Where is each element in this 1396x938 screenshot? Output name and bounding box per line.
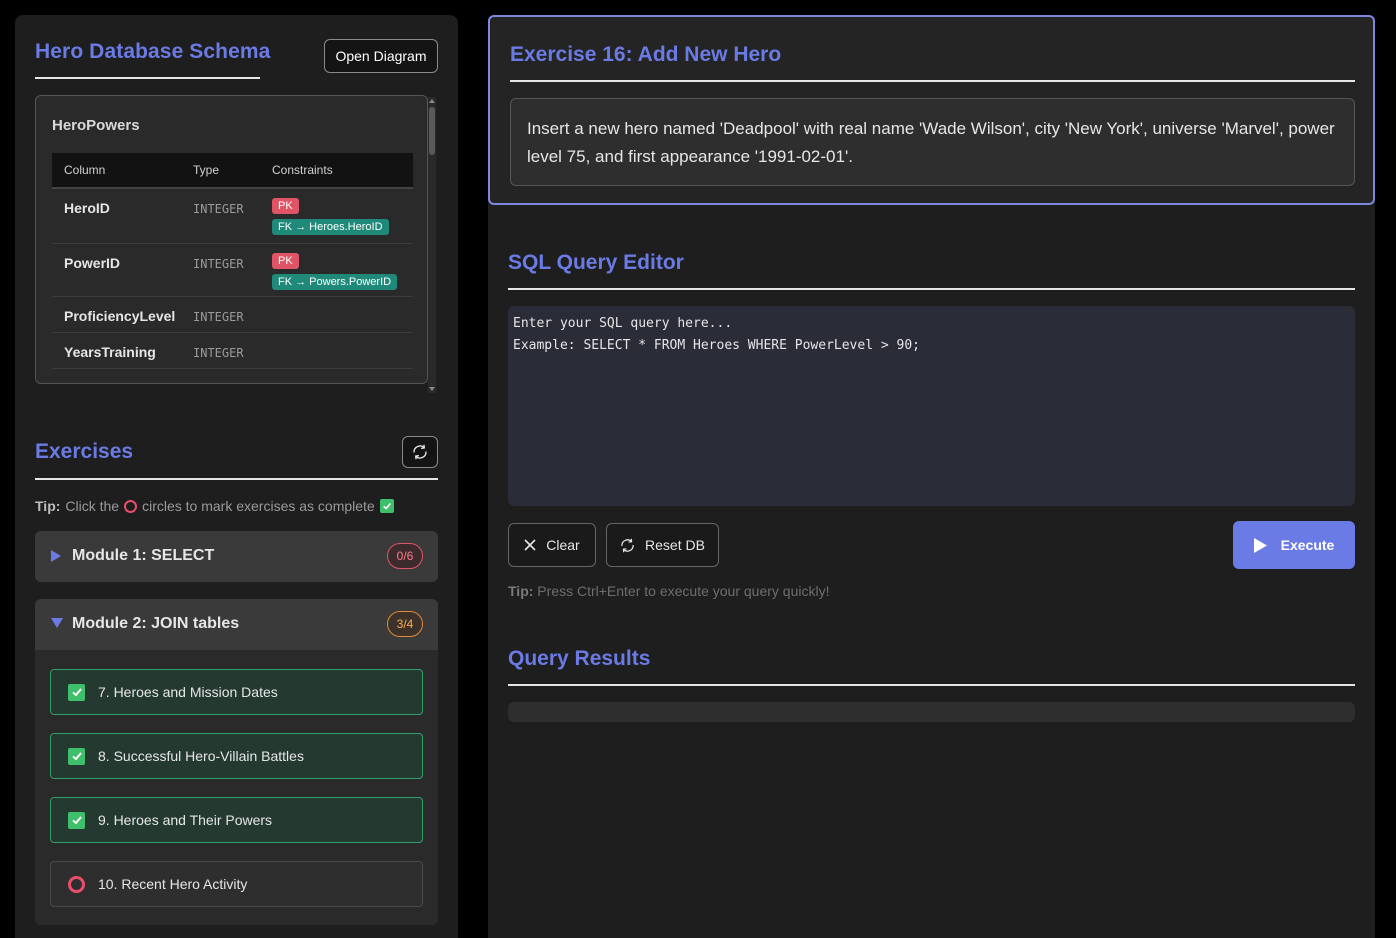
exercises-underline — [35, 478, 438, 480]
module-label: Module 1: SELECT — [72, 547, 215, 564]
checked-checkbox-icon[interactable] — [68, 683, 85, 701]
exercise-item[interactable]: 8. Successful Hero-Villain Battles — [50, 733, 423, 779]
exercise-card: Exercise 16: Add New Hero Insert a new h… — [488, 15, 1375, 205]
exercise-label: 9. Heroes and Their Powers — [98, 812, 273, 828]
sql-editor-underline — [508, 288, 1355, 290]
schema-sidebar: Hero Database Schema Open Diagram HeroPo… — [15, 15, 458, 938]
schema-title: Hero Database Schema — [35, 40, 271, 63]
table-row: ProficiencyLevel INTEGER — [52, 296, 413, 333]
column-constraints: PK FK → Heroes.HeroID — [260, 188, 413, 244]
exercise-item[interactable]: 9. Heroes and Their Powers — [50, 797, 423, 843]
clear-button[interactable]: Clear — [508, 523, 596, 567]
header-type: Type — [181, 153, 260, 189]
schema-title-underline — [35, 77, 260, 79]
column-type: INTEGER — [181, 188, 260, 244]
schema-table-header: Column Type Constraints — [52, 153, 413, 189]
header-constraints: Constraints — [260, 153, 413, 189]
scrollbar-thumb[interactable] — [429, 107, 435, 155]
execute-button[interactable]: Execute — [1233, 521, 1355, 569]
module-1[interactable]: Module 1: SELECT 0/6 — [35, 531, 438, 582]
module-header[interactable]: Module 1: SELECT 0/6 — [35, 531, 438, 582]
exercise-item[interactable]: 10. Recent Hero Activity — [50, 861, 423, 907]
column-name: PowerID — [52, 243, 181, 297]
editor-tip-text: Press Ctrl+Enter to execute your query q… — [537, 583, 830, 599]
exercise-item[interactable]: 7. Heroes and Mission Dates — [50, 669, 423, 715]
exercise-title-underline — [510, 80, 1355, 82]
column-type: INTEGER — [181, 332, 260, 369]
column-name: YearsTraining — [52, 332, 181, 369]
module-header[interactable]: Module 2: JOIN tables 3/4 — [35, 599, 438, 650]
main-panel: Exercise 16: Add New Hero Insert a new h… — [488, 15, 1375, 938]
execute-label: Execute — [1280, 537, 1335, 553]
module-exercise-list: 7. Heroes and Mission Dates 8. Successfu… — [35, 650, 438, 925]
module-label: Module 2: JOIN tables — [72, 615, 240, 632]
tip-text-pre: Click the — [65, 498, 120, 514]
query-results-title: Query Results — [508, 647, 651, 670]
query-results-box — [508, 702, 1355, 722]
circle-icon — [124, 499, 138, 513]
table-row: PowerID INTEGER PK FK → Powers.PowerID — [52, 243, 413, 297]
exercises-title: Exercises — [35, 440, 134, 463]
scroll-up-icon[interactable] — [429, 99, 435, 103]
pk-badge: PK — [272, 252, 299, 269]
query-results-underline — [508, 684, 1355, 686]
column-name: ProficiencyLevel — [52, 296, 181, 333]
refresh-button[interactable] — [402, 436, 438, 468]
tip-label: Tip: — [35, 498, 61, 514]
incomplete-circle-icon[interactable] — [68, 875, 85, 893]
reset-db-label: Reset DB — [645, 537, 705, 553]
checked-checkbox-icon[interactable] — [68, 811, 85, 829]
caret-down-icon — [51, 618, 63, 628]
exercise-title: Exercise 16: Add New Hero — [510, 43, 782, 66]
editor-tip: Tip: Press Ctrl+Enter to execute your qu… — [508, 583, 829, 599]
module-2: Module 2: JOIN tables 3/4 7. Heroes and … — [35, 599, 438, 925]
module-progress-badge: 3/4 — [387, 611, 423, 637]
refresh-icon — [621, 538, 634, 552]
exercise-label: 10. Recent Hero Activity — [98, 876, 248, 892]
table-row: HeroID INTEGER PK FK → Heroes.HeroID — [52, 188, 413, 244]
refresh-icon — [413, 444, 427, 460]
column-type: INTEGER — [181, 296, 260, 333]
play-icon — [1253, 537, 1267, 553]
reset-db-button[interactable]: Reset DB — [606, 523, 719, 567]
sql-query-input[interactable] — [508, 306, 1355, 506]
pk-badge: PK — [272, 198, 299, 214]
tip-text-post: circles to mark exercises as complete — [142, 498, 375, 514]
schema-scrollbar[interactable] — [428, 97, 436, 393]
clear-label: Clear — [546, 537, 580, 553]
caret-right-icon — [51, 550, 61, 562]
close-icon — [524, 539, 536, 551]
schema-table-card: HeroPowers Column Type Constraints HeroI… — [35, 95, 428, 384]
column-type: INTEGER — [181, 243, 260, 297]
checked-checkbox-icon[interactable] — [68, 747, 85, 765]
table-row: YearsTraining INTEGER — [52, 332, 413, 369]
exercises-tip: Tip: Click the circles to mark exercises… — [35, 498, 394, 514]
exercise-label: 7. Heroes and Mission Dates — [98, 684, 278, 700]
column-constraints — [260, 296, 413, 333]
table-name: HeroPowers — [52, 117, 140, 134]
schema-table: Column Type Constraints HeroID INTEGER P… — [52, 153, 413, 369]
editor-tip-label: Tip: — [508, 583, 534, 599]
scroll-down-icon[interactable] — [429, 387, 435, 391]
checkmark-icon — [379, 499, 394, 513]
column-constraints: PK FK → Powers.PowerID — [260, 243, 413, 297]
open-diagram-button[interactable]: Open Diagram — [324, 39, 438, 73]
column-name: HeroID — [52, 188, 181, 244]
exercise-description: Insert a new hero named 'Deadpool' with … — [510, 98, 1355, 186]
exercise-label: 8. Successful Hero-Villain Battles — [98, 748, 304, 764]
module-progress-badge: 0/6 — [387, 543, 423, 569]
fk-badge: FK → Heroes.HeroID — [272, 219, 389, 235]
fk-badge: FK → Powers.PowerID — [272, 273, 398, 290]
column-constraints — [260, 332, 413, 369]
sql-editor-title: SQL Query Editor — [508, 251, 684, 274]
header-column: Column — [52, 153, 181, 189]
